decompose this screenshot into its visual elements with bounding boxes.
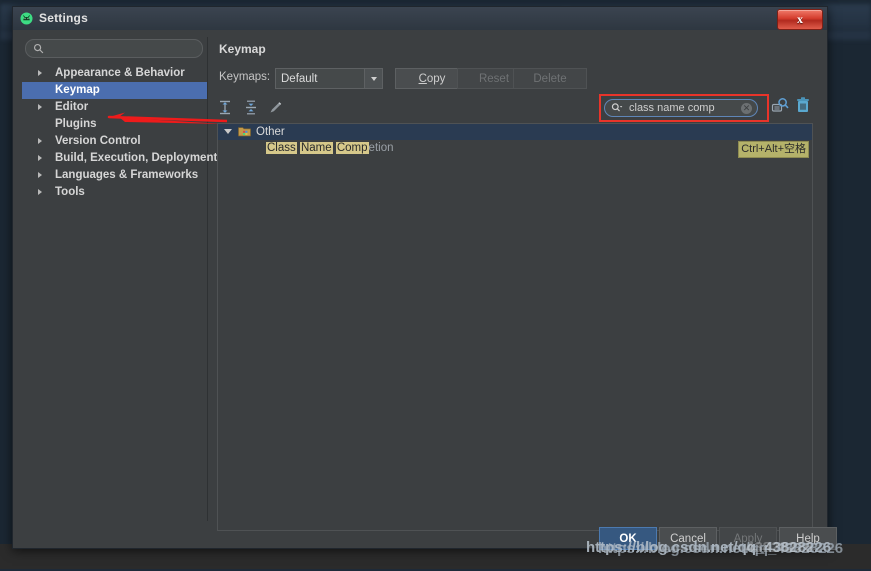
collapse-all-icon[interactable] (243, 99, 260, 116)
sidebar-item-editor[interactable]: Editor (22, 99, 207, 116)
search-icon (33, 43, 44, 54)
chevron-right-icon (38, 172, 42, 178)
sidebar-item-version-control[interactable]: Version Control (22, 133, 207, 150)
page-title: Keymap (219, 42, 266, 56)
help-button-label: Help (796, 532, 820, 545)
delete-button-label: Delete (533, 72, 567, 85)
keymap-select-value: Default (281, 72, 318, 85)
keymaps-label: Keymaps: (219, 71, 271, 83)
apply-button: Apply (719, 527, 777, 550)
cancel-button[interactable]: Cancel (659, 527, 717, 550)
close-icon: x (797, 12, 803, 26)
chevron-right-icon (38, 70, 42, 76)
sidebar-item-label: Version Control (55, 135, 141, 147)
dialog-button-bar: OK Cancel Apply Help (13, 527, 837, 571)
sidebar-item-label: Plugins (55, 118, 97, 130)
sidebar-item-label: Languages & Frameworks (55, 169, 199, 181)
search-dropdown-icon[interactable] (611, 102, 623, 114)
shortcut-badge: Ctrl+Alt+空格 (738, 141, 809, 158)
help-button[interactable]: Help (779, 527, 837, 550)
table-row[interactable]: Class Name Competion Ctrl+Alt+空格 (218, 140, 812, 158)
copy-button-label-rest: opy (426, 72, 446, 85)
reset-button-label: Reset (478, 72, 510, 85)
action-name-remainder: etion (368, 142, 394, 154)
sidebar-item-languages-and-frameworks[interactable]: Languages & Frameworks (22, 167, 207, 184)
tree-node-label: Other (256, 126, 285, 138)
close-button[interactable]: x (777, 9, 823, 30)
keymap-search-value: class name comp (629, 102, 715, 114)
match-highlight: Name (299, 142, 333, 154)
chevron-right-icon (38, 138, 42, 144)
sidebar-item-keymap[interactable]: Keymap (22, 82, 207, 99)
sidebar-search-input[interactable] (47, 41, 199, 57)
android-studio-icon (20, 12, 33, 25)
settings-dialog: Settings x Appearance & Behavior Keymap … (12, 6, 837, 550)
sidebar-item-label: Keymap (55, 84, 100, 96)
apply-button-label: Apply (733, 532, 763, 545)
chevron-right-icon (38, 189, 42, 195)
trash-icon[interactable] (795, 96, 811, 114)
keymap-search-field[interactable]: class name comp ✕ (604, 99, 758, 117)
sidebar-item-plugins[interactable]: Plugins (22, 116, 207, 133)
action-name: Class Name Competion (266, 141, 393, 156)
match-highlight: Comp (335, 142, 369, 154)
sidebar-item-label: Tools (55, 186, 85, 198)
ok-button-label: OK (619, 532, 637, 545)
cancel-button-label: Cancel (670, 532, 706, 545)
sidebar-item-label: Editor (55, 101, 89, 113)
sidebar-item-tools[interactable]: Tools (22, 184, 207, 201)
match-highlight: Class (266, 142, 297, 154)
sidebar-item-build-execution-deployment[interactable]: Build, Execution, Deployment (22, 150, 217, 167)
sidebar-item-label: Build, Execution, Deployment (55, 152, 218, 164)
folder-icon (238, 127, 251, 137)
chevron-right-icon (38, 155, 42, 161)
sidebar-item-appearance-and-behavior[interactable]: Appearance & Behavior (22, 65, 207, 82)
settings-sidebar: Appearance & Behavior Keymap Editor Plug… (22, 37, 217, 521)
tree-node-other[interactable]: Other (218, 124, 812, 140)
find-shortcut-icon[interactable] (771, 96, 789, 114)
dialog-title: Settings (39, 11, 88, 25)
keymap-tree-panel[interactable]: Other Class Name Competion Ctrl+Alt+空格 (217, 123, 813, 531)
expand-all-icon[interactable] (217, 99, 234, 116)
keymap-select[interactable]: Default (275, 68, 383, 89)
copy-mnemonic: C (418, 72, 427, 85)
delete-keymap-button: Delete (513, 68, 587, 89)
chevron-right-icon (38, 104, 42, 110)
sidebar-item-label: Appearance & Behavior (55, 67, 185, 79)
dialog-body: Appearance & Behavior Keymap Editor Plug… (13, 30, 837, 550)
dialog-titlebar: Settings x (13, 7, 827, 31)
search-field-highlight-box: class name comp ✕ (599, 94, 769, 122)
sidebar-search-box[interactable] (25, 39, 203, 58)
chevron-down-icon[interactable] (364, 69, 382, 88)
ok-button[interactable]: OK (599, 527, 657, 550)
chevron-down-icon[interactable] (224, 129, 232, 134)
clear-x-icon[interactable]: ✕ (741, 102, 752, 114)
tree-toolbar (217, 99, 517, 117)
sidebar-tree: Appearance & Behavior Keymap Editor Plug… (22, 65, 217, 201)
edit-pencil-icon[interactable] (267, 99, 284, 116)
keymap-pane: Keymap Keymaps: Default Copy Reset Delet… (209, 37, 819, 531)
